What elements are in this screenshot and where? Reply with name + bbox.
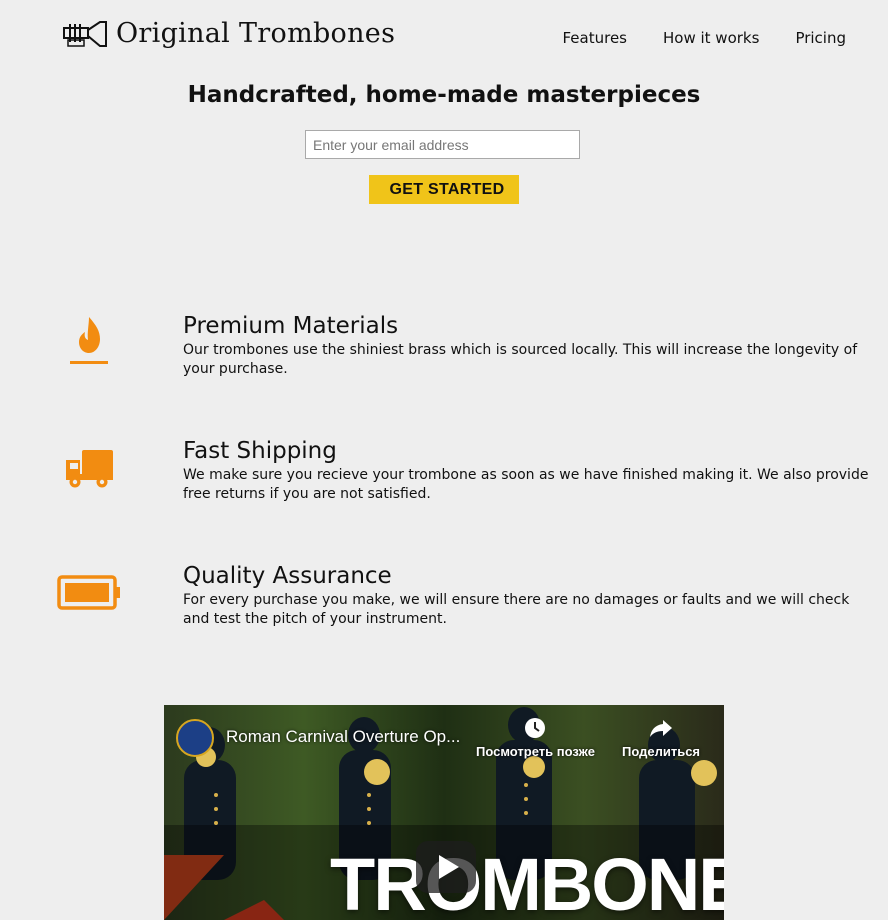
trumpet-logo-icon [63,21,107,47]
feature-item: Premium Materials Our trombones use the … [0,311,888,391]
logo-text: Original Trombones [116,18,396,49]
share-arrow-icon [650,720,673,737]
share-button[interactable]: Поделиться [622,717,700,761]
channel-avatar[interactable] [176,719,214,757]
email-input[interactable] [305,130,580,159]
feature-item: Fast Shipping We make sure you recieve y… [0,436,888,516]
video-embed[interactable]: Roman Carnival Overture Op... Посмотреть… [164,705,724,920]
video-overlay-text: TROMBONE [330,843,724,920]
feature-description: Our trombones use the shiniest brass whi… [183,342,858,377]
video-title[interactable]: Roman Carnival Overture Op... [226,727,460,747]
watch-later-button[interactable]: Посмотреть позже [476,717,595,761]
feature-description: For every purchase you make, we will ens… [183,592,850,627]
feature-title: Fast Shipping [183,438,337,464]
nav-link-how-it-works[interactable]: How it works [663,29,759,47]
clock-icon [525,718,546,738]
get-started-button[interactable]: GET STARTED [369,175,519,204]
watch-later-label: Посмотреть позже [476,744,595,759]
feature-description: We make sure you recieve your trombone a… [183,467,869,502]
logo[interactable]: Original Trombones [62,16,395,52]
nav-link-pricing[interactable]: Pricing [795,29,846,47]
truck-icon [66,450,113,488]
feature-item: Quality Assurance For every purchase you… [0,561,888,641]
share-label: Поделиться [622,744,701,759]
feature-title: Premium Materials [183,313,399,339]
nav-link-features[interactable]: Features [563,29,628,47]
main-nav: Features How it works Pricing [563,29,847,47]
hero-title: Handcrafted, home-made masterpieces [187,82,701,108]
feature-title: Quality Assurance [183,563,392,589]
battery-full-icon [57,575,120,610]
play-button[interactable] [416,841,476,893]
fire-icon [70,317,108,364]
